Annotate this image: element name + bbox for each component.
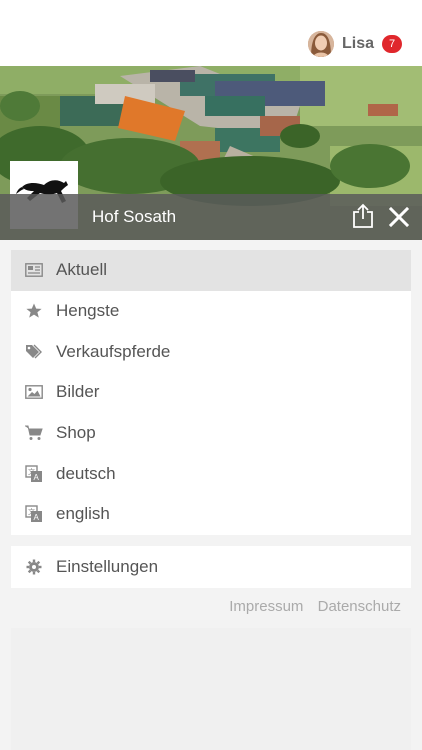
menu-item-hengste[interactable]: Hengste — [11, 291, 411, 332]
menu-item-deutsch[interactable]: A文 deutsch — [11, 453, 411, 494]
menu-item-verkaufspferde[interactable]: Verkaufspferde — [11, 331, 411, 372]
header-image: Hof Sosath — [0, 66, 422, 240]
menu-item-label: Einstellungen — [56, 557, 159, 576]
datenschutz-link[interactable]: Datenschutz — [318, 598, 401, 615]
menu-item-einstellungen[interactable]: Einstellungen — [11, 546, 411, 588]
menu-item-aktuell[interactable]: Aktuell — [11, 250, 411, 291]
notification-badge[interactable]: 7 — [382, 35, 402, 53]
avatar[interactable] — [307, 31, 334, 57]
newspaper-icon — [25, 261, 43, 279]
user-name[interactable]: Lisa — [342, 35, 374, 53]
page-title: Hof Sosath — [92, 207, 177, 226]
menu-item-label: Shop — [56, 423, 96, 443]
svg-text:文: 文 — [28, 467, 35, 476]
menu-item-bilder[interactable]: Bilder — [11, 372, 411, 413]
top-bar: Lisa 7 — [0, 0, 422, 66]
menu-item-label: Bilder — [56, 382, 100, 402]
menu-item-label: english — [56, 504, 110, 524]
close-icon[interactable] — [388, 206, 410, 228]
menu-item-label: deutsch — [56, 463, 116, 483]
user-menu[interactable]: Lisa 7 — [307, 28, 402, 60]
svg-text:文: 文 — [28, 507, 35, 516]
image-icon — [25, 383, 43, 401]
tags-icon — [25, 343, 43, 361]
menu-item-english[interactable]: A文 english — [11, 494, 411, 535]
share-icon[interactable] — [351, 203, 375, 229]
menu-item-label: Hengste — [56, 301, 120, 321]
star-icon — [25, 302, 43, 320]
bottom-panel — [11, 628, 411, 750]
gear-icon — [25, 558, 43, 576]
impressum-link[interactable]: Impressum — [229, 598, 303, 615]
header-title-bar: Hof Sosath — [0, 194, 422, 240]
menu-item-label: Verkaufspferde — [56, 341, 171, 361]
menu-item-shop[interactable]: Shop — [11, 413, 411, 454]
main-menu: Aktuell Hengste Verkaufspferde Bilder Sh… — [11, 250, 411, 535]
translate-icon: A文 — [25, 505, 43, 523]
translate-icon: A文 — [25, 465, 43, 483]
footer-links: Impressum Datenschutz — [219, 598, 401, 615]
cart-icon — [25, 424, 43, 442]
menu-item-label: Aktuell — [56, 260, 108, 280]
